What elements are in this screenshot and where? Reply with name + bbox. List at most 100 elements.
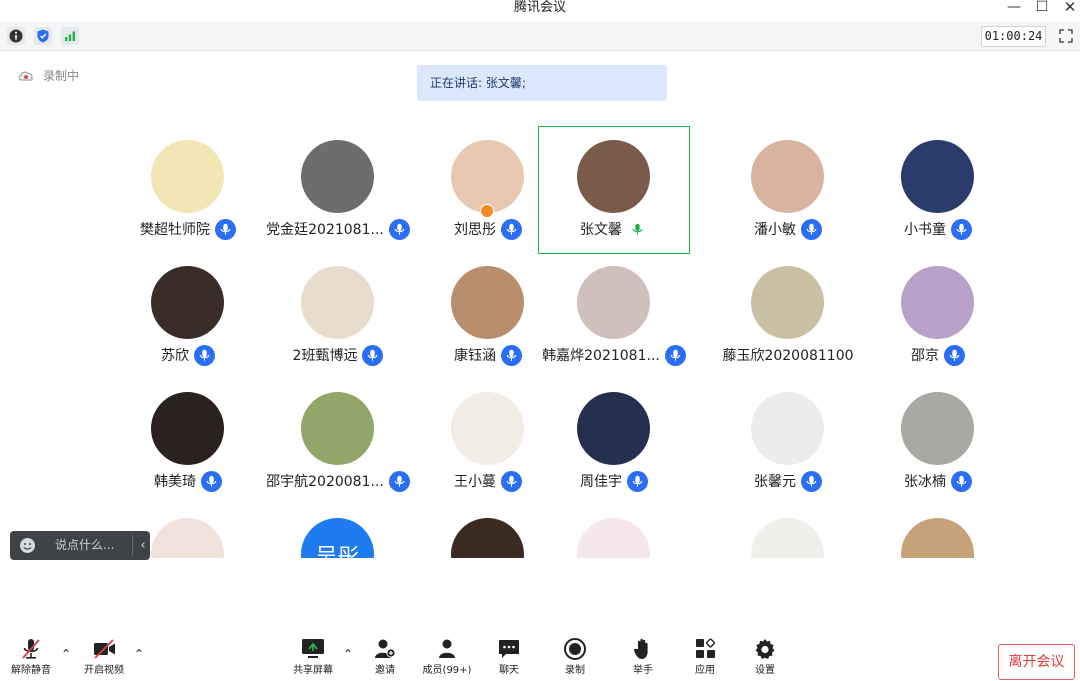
participant-tile[interactable]: 韩嘉烨2021081... (539, 253, 689, 379)
participant-tile[interactable]: 2班甄博远 (263, 253, 413, 379)
participant-name: 小书童 (904, 222, 946, 238)
participant-tile[interactable]: 苏欣 (113, 253, 263, 379)
raise-hand-button[interactable]: 举手 (614, 637, 672, 681)
meeting-info-icon[interactable] (7, 27, 25, 45)
avatar (451, 266, 524, 339)
invite-user-icon (375, 639, 396, 658)
mic-icon (801, 470, 822, 492)
participant-name: 潘小敏 (754, 222, 796, 238)
close-button[interactable]: ✕ (1058, 0, 1080, 16)
participant-name-row: 张馨元 (713, 470, 863, 492)
mic-icon (801, 218, 822, 240)
chat-placeholder[interactable]: 说点什么... (55, 531, 114, 560)
members-label: 成员(99+) (422, 665, 472, 676)
mic-icon (951, 470, 972, 492)
participant-name: 王小蔓 (454, 474, 496, 490)
participant-tile[interactable]: 张文馨 (538, 126, 690, 254)
mic-icon (194, 344, 215, 366)
participant-name: 张文馨 (580, 222, 622, 238)
maximize-button[interactable]: ☐ (1030, 0, 1054, 16)
video-options-caret[interactable]: ⌃ (132, 648, 146, 660)
mic-icon (201, 470, 222, 492)
settings-label: 设置 (755, 665, 775, 676)
mic-icon (388, 218, 410, 240)
unmute-button[interactable]: 解除静音 (2, 637, 60, 681)
participant-name: 邵京 (911, 348, 939, 364)
participant-tile[interactable]: 吴彤 (263, 505, 413, 558)
participant-tile[interactable]: 樊超牡师院 (113, 127, 263, 253)
avatar-image (151, 140, 224, 213)
participant-tile[interactable]: 韩美琦 (113, 379, 263, 505)
cloud-record-icon (18, 71, 33, 81)
start-video-button[interactable]: 开启视频 (75, 637, 133, 681)
audio-options-caret[interactable]: ⌃ (59, 648, 73, 660)
participant-name: 苏欣 (161, 348, 189, 364)
avatar-image (751, 140, 824, 213)
settings-button[interactable]: 设置 (736, 637, 794, 681)
emoji-icon[interactable] (19, 537, 36, 554)
participant-tile[interactable]: 张冰楠 (863, 379, 1013, 505)
participant-name: 康钰涵 (454, 348, 496, 364)
apps-label: 应用 (695, 665, 715, 676)
participant-name-row: 樊超牡师院 (113, 218, 263, 240)
host-badge-icon (480, 204, 494, 218)
avatar-image (451, 518, 524, 558)
participant-name-row: 邵宇航2020081... (263, 470, 413, 492)
participant-name-row: 周佳宇 (539, 470, 689, 492)
avatar (901, 266, 974, 339)
leave-meeting-button[interactable]: 离开会议 (998, 644, 1075, 680)
signal-strength-icon[interactable] (61, 27, 79, 45)
participant-tile[interactable]: 潘小敏 (713, 127, 863, 253)
participant-tile[interactable]: 周佳宇 (539, 379, 689, 505)
avatar-image (901, 266, 974, 339)
avatar-image (751, 392, 824, 465)
share-screen-icon (302, 639, 324, 658)
avatar-image: 吴彤 (301, 518, 374, 558)
participant-name-row: 韩嘉烨2021081... (539, 344, 689, 366)
participant-name: 樊超牡师院 (140, 222, 210, 238)
share-screen-label: 共享屏幕 (293, 665, 333, 676)
record-button[interactable]: 录制 (546, 637, 604, 681)
avatar-image (301, 392, 374, 465)
share-screen-button[interactable]: 共享屏幕 (284, 637, 342, 681)
members-icon (439, 639, 455, 658)
participant-tile[interactable]: 张馨元 (713, 379, 863, 505)
participant-tile[interactable]: 藤玉欣2020081100 (713, 253, 863, 379)
participant-tile[interactable] (539, 505, 689, 558)
participant-tile[interactable]: 党金廷2021081... (263, 127, 413, 253)
gear-icon (755, 639, 775, 659)
apps-icon (696, 638, 716, 658)
avatar-image (577, 266, 650, 339)
participant-tile[interactable] (863, 505, 1013, 558)
participant-name: 党金廷2021081... (266, 222, 384, 238)
mic-icon (388, 470, 410, 492)
members-button[interactable]: 成员(99+) (418, 637, 476, 681)
avatar-image (151, 392, 224, 465)
participant-name-row: 小书童 (863, 218, 1013, 240)
security-shield-icon[interactable] (34, 27, 52, 45)
chat-button[interactable]: 聊天 (480, 637, 538, 681)
chat-bubble-icon (499, 640, 519, 658)
share-options-caret[interactable]: ⌃ (341, 648, 355, 660)
apps-button[interactable]: 应用 (676, 637, 734, 681)
avatar (577, 392, 650, 465)
avatar (151, 140, 224, 213)
chat-quick-input[interactable]: 说点什么... ‹ (10, 531, 150, 560)
mic-icon (215, 218, 236, 240)
invite-button[interactable]: 邀请 (356, 637, 414, 681)
collapse-chat-icon[interactable]: ‹ (136, 535, 150, 556)
participant-tile[interactable]: 邵宇航2020081... (263, 379, 413, 505)
participant-tile[interactable]: 邵京 (863, 253, 1013, 379)
mic-speaking-icon (627, 218, 648, 240)
participant-name: 韩美琦 (154, 474, 196, 490)
participant-tile[interactable]: 小书童 (863, 127, 1013, 253)
fullscreen-icon[interactable] (1057, 27, 1075, 45)
chat-label: 聊天 (499, 665, 519, 676)
avatar-image (451, 140, 524, 213)
avatar-image (751, 266, 824, 339)
meeting-timer: 01:00:24 (981, 26, 1046, 47)
participant-name: 张冰楠 (904, 474, 946, 490)
minimize-button[interactable]: — (1002, 0, 1026, 16)
participant-tile[interactable] (713, 505, 863, 558)
avatar-image (901, 518, 974, 558)
